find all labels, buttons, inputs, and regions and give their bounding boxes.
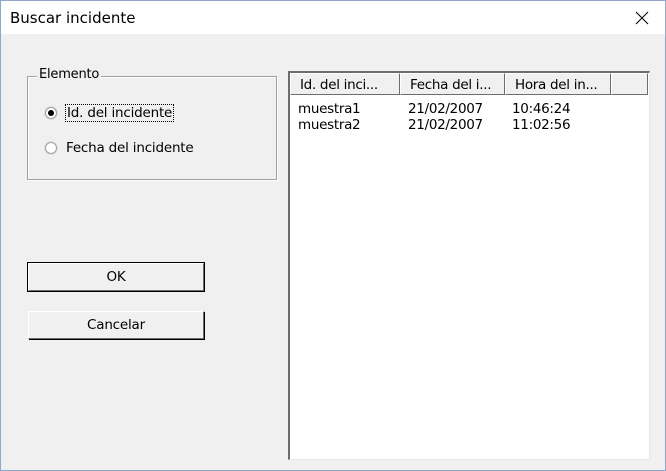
groupbox-legend: Elemento bbox=[37, 67, 102, 82]
list-item[interactable]: muestra2 21/02/2007 11:02:56 bbox=[298, 117, 612, 133]
cell-incident-id: muestra2 bbox=[298, 117, 361, 133]
column-header-incident-id[interactable]: Id. del inci... bbox=[290, 73, 400, 95]
radio-button-icon[interactable] bbox=[45, 142, 57, 154]
element-groupbox bbox=[27, 76, 277, 180]
ok-button[interactable]: OK bbox=[27, 262, 205, 292]
close-icon bbox=[635, 11, 649, 24]
cell-incident-date: 21/02/2007 bbox=[408, 117, 483, 133]
list-rows: muestra1 21/02/2007 10:46:24 muestra2 21… bbox=[298, 101, 612, 133]
incident-list[interactable]: Id. del inci... Fecha del i... Hora del … bbox=[288, 71, 650, 460]
column-header-empty bbox=[611, 73, 648, 95]
close-button[interactable] bbox=[619, 1, 665, 34]
cell-incident-date: 21/02/2007 bbox=[408, 101, 483, 117]
radio-incident-id[interactable]: Id. del incidente bbox=[45, 104, 175, 122]
column-header-incident-time[interactable]: Hora del in... bbox=[505, 73, 611, 95]
search-incident-dialog: Buscar incidente Elemento Id. del incide… bbox=[0, 0, 666, 471]
cell-incident-id: muestra1 bbox=[298, 101, 361, 117]
window-title: Buscar incidente bbox=[10, 9, 136, 27]
radio-incident-id-label: Id. del incidente bbox=[64, 104, 175, 122]
list-header: Id. del inci... Fecha del i... Hora del … bbox=[290, 73, 648, 97]
cell-incident-time: 11:02:56 bbox=[512, 117, 571, 133]
column-header-incident-date[interactable]: Fecha del i... bbox=[400, 73, 505, 95]
cancel-button[interactable]: Cancelar bbox=[28, 311, 204, 339]
list-item[interactable]: muestra1 21/02/2007 10:46:24 bbox=[298, 101, 612, 117]
cell-incident-time: 10:46:24 bbox=[512, 101, 571, 117]
radio-incident-date[interactable]: Fecha del incidente bbox=[45, 140, 194, 156]
title-bar: Buscar incidente bbox=[1, 1, 665, 34]
radio-button-checked-icon[interactable] bbox=[45, 107, 57, 119]
radio-incident-date-label: Fecha del incidente bbox=[66, 140, 194, 156]
